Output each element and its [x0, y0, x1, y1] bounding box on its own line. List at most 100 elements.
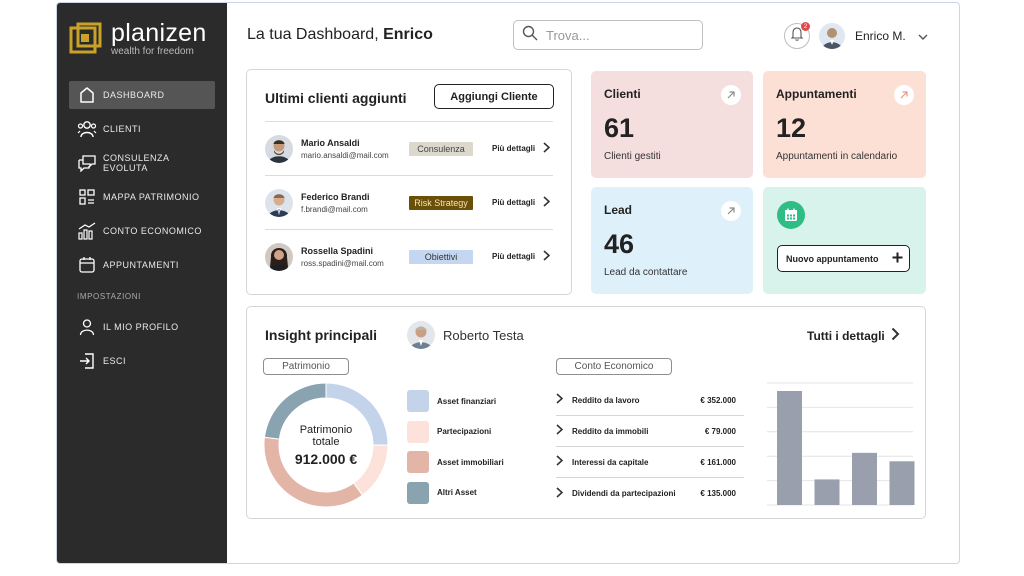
sidebar-item-profilo[interactable]: IL MIO PROFILO: [69, 313, 215, 341]
client-email: mario.ansaldi@mail.com: [301, 150, 389, 160]
sidebar-item-label: MAPPA PATRIMONIO: [103, 192, 200, 202]
sidebar-item-esci[interactable]: ESCI: [69, 347, 215, 375]
table-row[interactable]: Federico Brandi f.brandi@mail.com Risk S…: [265, 175, 553, 229]
client-tag: Consulenza: [409, 141, 473, 156]
legend-swatch: [407, 481, 429, 504]
sidebar-nav: DASHBOARD CLIENTI CONSULENZA EVOLUTA MAP…: [69, 81, 215, 381]
list-item[interactable]: Reddito da immobili € 79.000: [556, 416, 744, 447]
insight-panel: Insight principali Roberto Testa Tutti i…: [246, 306, 926, 519]
sidebar-item-consulenza[interactable]: CONSULENZA EVOLUTA: [69, 149, 215, 177]
logo-mark-icon: [69, 22, 103, 56]
stat-subtitle: Clienti gestiti: [604, 151, 661, 162]
income-label: Reddito da lavoro: [572, 395, 640, 405]
stat-title: Lead: [604, 203, 633, 217]
sidebar: planizen wealth for freedom DASHBOARD CL…: [57, 3, 227, 563]
table-row[interactable]: Rossella Spadini ross.spadini@mail.com O…: [265, 229, 553, 283]
chevron-right-icon[interactable]: [543, 194, 551, 212]
recent-clients-title: Ultimi clienti aggiunti: [265, 90, 407, 106]
chart-icon: [77, 221, 97, 241]
arrow-up-right-icon[interactable]: [894, 85, 914, 105]
chevron-right-icon: [556, 485, 564, 503]
avatar: [819, 23, 845, 49]
stat-value: 61: [604, 113, 635, 143]
bar-4: [889, 461, 915, 505]
stat-subtitle: Lead da contattare: [604, 267, 688, 278]
legend-item: Altri Asset: [407, 481, 504, 504]
client-email: f.brandi@mail.com: [301, 204, 368, 214]
more-details-link[interactable]: Più dettagli: [492, 252, 535, 261]
chevron-right-icon[interactable]: [543, 248, 551, 266]
brand-logo[interactable]: planizen wealth for freedom: [69, 21, 207, 57]
more-details-link[interactable]: Più dettagli: [492, 198, 535, 207]
search-box[interactable]: [513, 20, 703, 50]
sidebar-item-label: CONTO ECONOMICO: [103, 226, 202, 236]
chevron-right-icon: [891, 327, 900, 344]
sidebar-item-clienti[interactable]: CLIENTI: [69, 115, 215, 143]
income-value: € 135.000: [700, 489, 736, 498]
client-name: Federico Brandi: [301, 191, 370, 202]
sidebar-item-label: DASHBOARD: [103, 90, 165, 100]
page-title-name: Enrico: [383, 26, 433, 43]
user-menu[interactable]: Enrico M.: [819, 23, 928, 49]
more-details-link[interactable]: Più dettagli: [492, 144, 535, 153]
legend-label: Asset finanziari: [437, 396, 497, 406]
list-item[interactable]: Reddito da lavoro € 352.000: [556, 385, 744, 416]
chevron-right-icon: [556, 453, 564, 471]
logout-icon: [77, 351, 97, 371]
avatar: [265, 242, 293, 271]
income-label: Reddito da immobili: [572, 426, 649, 436]
chat-icon: [77, 153, 97, 173]
search-input[interactable]: [546, 27, 686, 43]
legend-swatch: [407, 420, 429, 443]
legend-item: Partecipazioni: [407, 420, 504, 443]
chevron-right-icon[interactable]: [543, 140, 551, 158]
chevron-right-icon: [556, 422, 564, 440]
income-value: € 161.000: [700, 457, 736, 467]
add-client-button[interactable]: Aggiungi Cliente: [434, 84, 554, 109]
sidebar-item-mappa[interactable]: MAPPA PATRIMONIO: [69, 183, 215, 211]
new-appointment-label: Nuovo appuntamento: [786, 253, 879, 264]
arrow-up-right-icon[interactable]: [721, 85, 741, 105]
stat-card-lead[interactable]: Lead 46 Lead da contattare: [591, 187, 753, 294]
client-email: ross.spadini@mail.com: [301, 258, 384, 268]
stat-title: Clienti: [604, 87, 641, 101]
all-details-link[interactable]: Tutti i dettagli: [807, 327, 906, 344]
insight-person-name: Roberto Testa: [443, 327, 524, 343]
patrimonio-donut-chart: Patrimonio totale 912.000 €: [263, 382, 389, 508]
stat-card-clienti[interactable]: Clienti 61 Clienti gestiti: [591, 71, 753, 178]
sidebar-item-dashboard[interactable]: DASHBOARD: [69, 81, 215, 109]
stat-card-appuntamenti[interactable]: Appuntamenti 12 Appuntamenti in calendar…: [763, 71, 926, 178]
insight-person[interactable]: Roberto Testa: [407, 321, 524, 349]
legend-label: Partecipazioni: [437, 427, 492, 436]
new-appointment-card: Nuovo appuntamento: [763, 187, 926, 294]
table-row[interactable]: Mario Ansaldi mario.ansaldi@mail.com Con…: [265, 121, 553, 175]
arrow-up-right-icon[interactable]: [721, 201, 741, 221]
list-item[interactable]: Interessi da capitale € 161.000: [556, 447, 744, 478]
sidebar-item-label: ESCI: [103, 356, 127, 366]
list-item[interactable]: Dividendi da partecipazioni € 135.000: [556, 478, 744, 509]
bar-3: [852, 452, 877, 505]
notifications-button[interactable]: 2: [784, 22, 810, 49]
patrimonio-legend: Asset finanziari Partecipazioni Asset im…: [407, 390, 504, 512]
donut-center-label-2: totale: [313, 436, 340, 448]
legend-swatch: [407, 390, 429, 412]
sidebar-section-impostazioni: IMPOSTAZIONI: [77, 291, 141, 301]
chevron-down-icon[interactable]: [918, 27, 928, 45]
new-appointment-button[interactable]: Nuovo appuntamento: [777, 245, 910, 272]
donut-center-value: 912.000 €: [295, 451, 357, 467]
calendar-icon: [77, 255, 97, 275]
conto-economico-bar-chart: [767, 382, 915, 506]
legend-label: Altri Asset: [437, 488, 477, 497]
sidebar-item-appuntamenti[interactable]: APPUNTAMENTI: [69, 251, 215, 279]
stat-value: 46: [604, 229, 635, 259]
client-name: Mario Ansaldi: [301, 137, 360, 148]
grid-icon: [77, 187, 97, 207]
user-name: Enrico M.: [855, 29, 906, 43]
avatar: [265, 134, 293, 163]
sidebar-item-conto[interactable]: CONTO ECONOMICO: [69, 217, 215, 245]
all-details-label: Tutti i dettagli: [807, 328, 885, 343]
stat-title: Appuntamenti: [776, 87, 857, 101]
users-icon: [77, 119, 97, 139]
donut-slice-2: [352, 444, 389, 496]
income-label: Interessi da capitale: [572, 457, 649, 467]
